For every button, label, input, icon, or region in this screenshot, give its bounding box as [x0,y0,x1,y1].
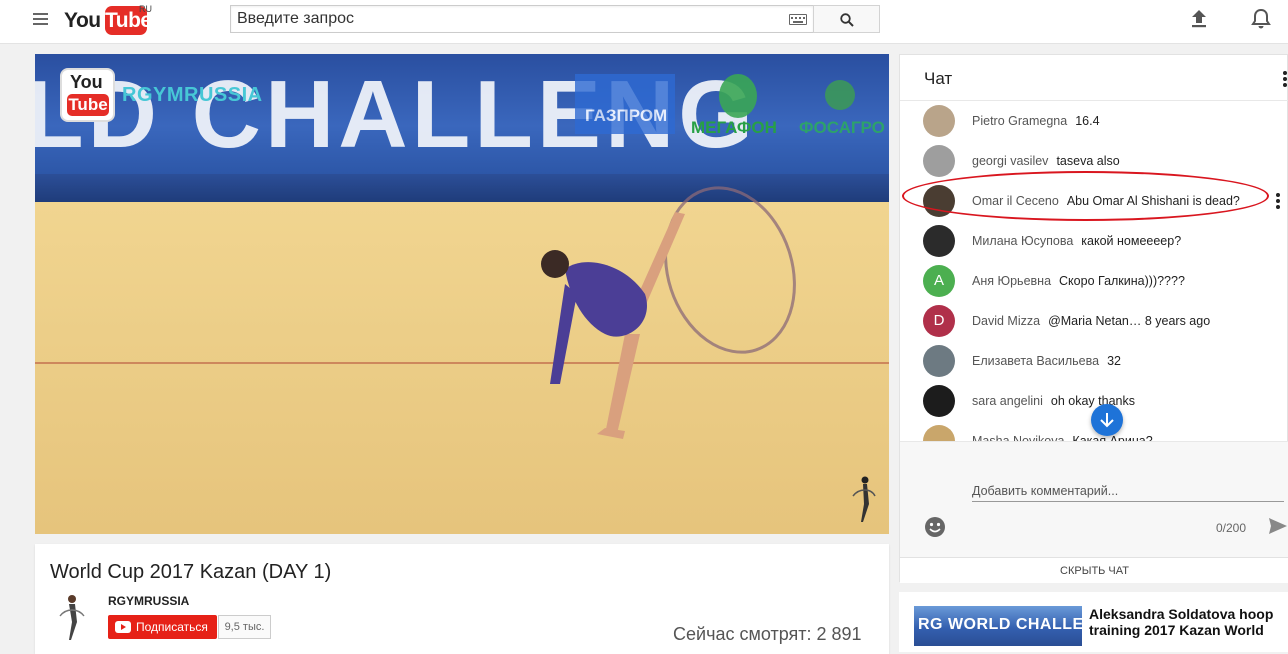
chat-message-text: georgi vasilev taseva also [972,154,1120,168]
hide-chat-button[interactable]: СКРЫТЬ ЧАТ [900,557,1288,583]
subscribe-label: Подписаться [136,620,208,634]
avatar[interactable] [923,145,955,177]
watermark-tube-text: Tube [67,94,109,116]
watermark-you-text: You [70,72,103,92]
chat-title: Чат [924,69,953,88]
chat-author-name[interactable]: Елизавета Васильева [972,354,1099,368]
chat-message-text: Аня Юрьевна Скоро Галкина)))???? [972,274,1185,288]
chat-message-body: Abu Omar Al Shishani is dead? [1066,194,1240,208]
chat-composer: 0/200 [900,441,1288,557]
chat-message[interactable]: Елизавета Васильева 32 [900,341,1288,381]
chat-message-body: Скоро Галкина)))???? [1059,274,1185,288]
search-icon [840,13,854,27]
gymnast-figure [541,186,796,439]
menu-icon[interactable] [33,13,48,26]
chat-message-text: David Mizza @Maria Netan… 8 years ago [972,314,1210,328]
live-viewers-count: Сейчас смотрят: 2 891 [673,624,862,644]
live-chat-panel: Чат Pietro Gramegna 16.4 georgi vasilev tas… [899,54,1288,583]
channel-name[interactable]: RGYMRUSSIA [108,594,189,608]
search-button[interactable] [813,5,880,33]
related-video-title[interactable]: Aleksandra Soldatova hoop training 2017 … [1089,606,1284,638]
avatar[interactable]: А [923,265,955,297]
related-video-item[interactable]: RG WORLD CHALLENG Aleksandra Soldatova h… [899,592,1288,652]
sponsor-megafon: МЕГАФОН [691,74,777,138]
arrow-down-icon [1100,413,1114,428]
char-counter: 0/200 [1216,521,1247,535]
video-info-card: World Cup 2017 Kazan (DAY 1) RGYMRUSSIA … [35,544,889,654]
scroll-to-bottom-button[interactable] [1091,404,1123,436]
youtube-play-icon [115,621,131,633]
avatar[interactable]: D [923,305,955,337]
chat-message-body: oh okay thanks [1050,394,1135,408]
bell-icon[interactable] [1251,8,1271,30]
search-input[interactable] [231,6,781,32]
logo-you-text: You [64,9,101,32]
chat-author-name[interactable]: Pietro Gramegna [972,114,1067,128]
chat-message-text: Pietro Gramegna 16.4 [972,114,1100,128]
search-box [230,5,814,33]
chat-message[interactable]: А Аня Юрьевна Скоро Галкина)))???? [900,261,1288,301]
chat-author-name[interactable]: Аня Юрьевна [972,274,1051,288]
avatar[interactable] [923,425,955,441]
chat-message[interactable]: georgi vasilev taseva also [900,141,1288,181]
avatar[interactable] [923,105,955,137]
message-more-icon[interactable] [1276,193,1280,211]
masthead: You Tube RU [0,0,1288,44]
sponsor-phosagro: ФОСАГРО [799,74,885,138]
chat-message[interactable]: Pietro Gramegna 16.4 [900,101,1288,141]
sponsor-gazprom: ГАЗПРОМ [575,74,675,134]
chat-author-name[interactable]: georgi vasilev [972,154,1048,168]
avatar[interactable] [923,385,955,417]
chat-message-body: taseva also [1056,154,1120,168]
chat-message-text: Omar il Ceceno Abu Omar Al Shishani is de… [972,194,1240,208]
youtube-watermark-logo: You Tube [60,68,115,122]
video-title: World Cup 2017 Kazan (DAY 1) [50,561,332,583]
chat-comment-input[interactable] [972,480,1284,502]
channel-avatar[interactable] [57,594,87,642]
chat-message-list[interactable]: Pietro Gramegna 16.4 georgi vasilev taseva … [900,101,1288,441]
chat-message-body: 32 [1107,354,1121,368]
chat-message-text: Masha Novikova Какая Арина? [972,434,1153,441]
chat-message-body: Какая Арина? [1072,434,1153,441]
chat-message-body: @Maria Netan… 8 years ago [1048,314,1211,328]
chat-author-name[interactable]: Милана Юсупова [972,234,1073,248]
channel-watermark: RGYMRUSSIA [122,84,263,106]
channel-corner-logo [852,476,876,522]
chat-author-name[interactable]: Omar il Ceceno [972,194,1059,208]
chat-header: Чат [900,55,1288,101]
avatar[interactable] [923,225,955,257]
chat-author-name[interactable]: David Mizza [972,314,1040,328]
subscribe-button[interactable]: Подписаться [108,615,217,639]
chat-message-text: Елизавета Васильева 32 [972,354,1121,368]
chat-message[interactable]: Omar il Ceceno Abu Omar Al Shishani is de… [900,181,1288,221]
send-icon[interactable] [1268,517,1288,535]
chat-more-icon[interactable] [1283,71,1287,89]
chat-message[interactable]: Милана Юсупова какой номеееер? [900,221,1288,261]
chat-author-name[interactable]: Masha Novikova [972,434,1064,441]
related-thumb-text: RG WORLD CHALLENG [918,616,1082,633]
related-video-thumbnail[interactable]: RG WORLD CHALLENG [914,606,1082,646]
video-player[interactable]: LD CHALLENG ГАЗПРОМ МЕГАФОН ФОСАГРО You … [35,54,889,534]
chat-message-body: какой номеееер? [1081,234,1182,248]
keyboard-icon[interactable] [789,14,807,25]
avatar[interactable] [923,345,955,377]
upload-icon[interactable] [1190,9,1208,29]
chat-message-body: 16.4 [1075,114,1100,128]
avatar[interactable] [923,185,955,217]
subscriber-count: 9,5 тыс. [218,615,271,639]
emoji-icon[interactable] [924,516,946,538]
logo-region: RU [139,4,152,14]
chat-author-name[interactable]: sara angelini [972,394,1043,408]
chat-message[interactable]: D David Mizza @Maria Netan… 8 years ago [900,301,1288,341]
chat-message-text: Милана Юсупова какой номеееер? [972,234,1181,248]
